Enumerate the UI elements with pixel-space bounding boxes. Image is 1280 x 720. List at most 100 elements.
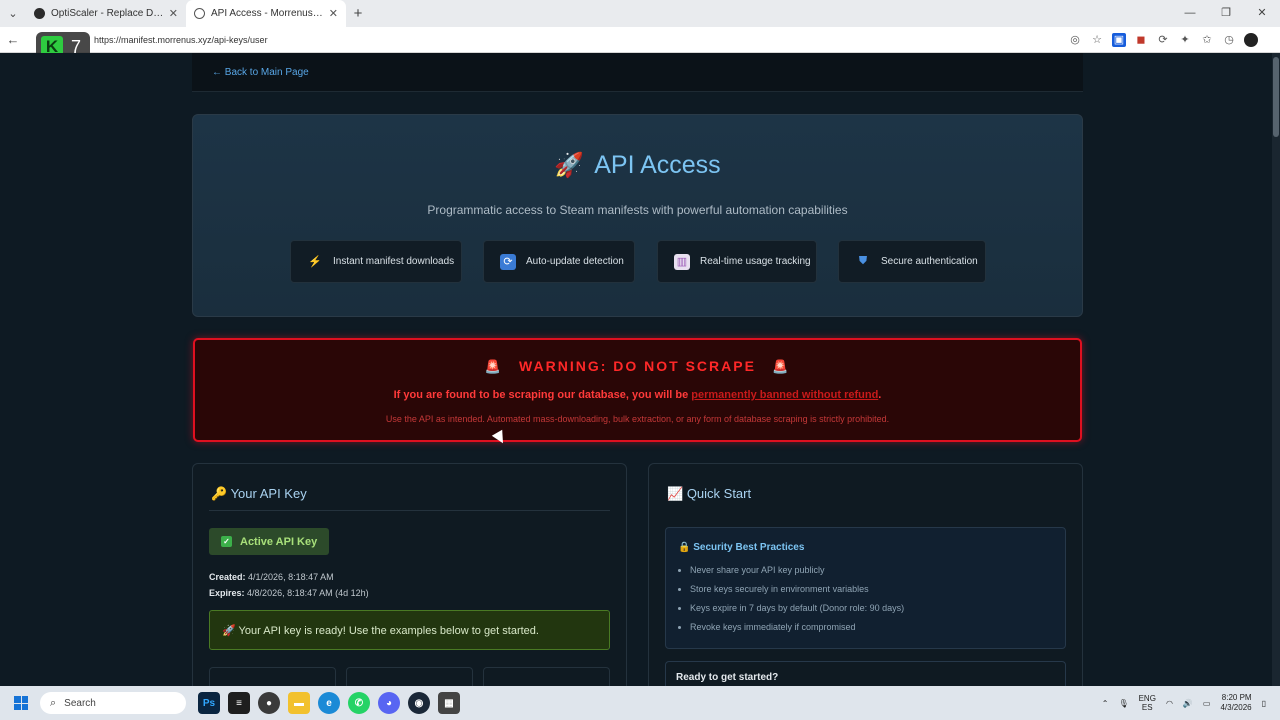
tab-api-access[interactable]: API Access - Morrenus Games Ma ✕ xyxy=(186,0,346,27)
hero-subtitle: Programmatic access to Steam manifests w… xyxy=(427,203,848,217)
app-icon[interactable]: ▦ xyxy=(438,692,460,714)
clock[interactable]: 8:20 PM 4/3/2026 xyxy=(1220,693,1251,713)
created-line: Created: 4/1/2026, 8:18:47 AM xyxy=(209,572,334,582)
page-viewport: ← Back to Main Page 🚀 API Access Programm… xyxy=(0,53,1280,686)
refresh-extension-icon[interactable]: ⟳ xyxy=(1156,33,1170,47)
tab-title: API Access - Morrenus Games Ma xyxy=(211,8,325,19)
ready-to-start-box: Ready to get started? xyxy=(665,661,1066,686)
key-icon: 🔑 xyxy=(211,486,228,501)
profile-avatar[interactable] xyxy=(1244,32,1258,47)
address-bar: ← https://manifest.morrenus.xyz/api-keys… xyxy=(0,27,1280,53)
example-tab[interactable] xyxy=(209,667,336,686)
security-list: Never share your API key publicly Store … xyxy=(690,564,904,640)
feature-label: Auto-update detection xyxy=(526,256,624,267)
chevron-up-icon[interactable]: ⌃ xyxy=(1102,699,1109,708)
extension-bitwarden-icon[interactable]: ▣ xyxy=(1112,32,1126,47)
rocket-icon: 🚀 xyxy=(554,152,585,179)
tab-optiscaler[interactable]: OptiScaler - Replace DLSS, FSR, X ✕ xyxy=(26,0,186,27)
minimize-icon[interactable]: — xyxy=(1172,0,1208,27)
scrollbar-thumb[interactable] xyxy=(1273,57,1279,137)
api-key-card: 🔑 Your API Key ✓ Active API Key Created: … xyxy=(192,463,627,686)
toolbar-icons: ◎ ☆ ▣ ◼ ⟳ ✦ ✩ ◷ xyxy=(1068,32,1258,47)
maximize-icon[interactable]: ❐ xyxy=(1208,0,1244,27)
windows-start-icon[interactable] xyxy=(14,696,28,710)
checkmark-icon: ✓ xyxy=(221,536,232,547)
tab-title: OptiScaler - Replace DLSS, FSR, X xyxy=(51,8,165,19)
close-window-icon[interactable]: ✕ xyxy=(1244,0,1280,27)
scrape-warning-banner: 🚨 WARNING: DO NOT SCRAPE 🚨 If you are foun… xyxy=(193,338,1082,442)
quick-start-card: 📈 Quick Start 🔒 Security Best Practices … xyxy=(648,463,1083,686)
page-scrollbar[interactable] xyxy=(1272,53,1280,686)
favorite-star-icon[interactable]: ☆ xyxy=(1090,33,1104,47)
feature-instant-downloads: ⚡ Instant manifest downloads xyxy=(290,240,462,283)
bar-chart-icon: ▥ xyxy=(674,253,690,270)
back-to-main-link[interactable]: ← Back to Main Page xyxy=(212,67,309,78)
search-icon: ⌕ xyxy=(50,696,57,709)
card-title: 🔑 Your API Key xyxy=(211,486,307,501)
extension-red-icon[interactable]: ◼ xyxy=(1134,33,1148,47)
siren-icon: 🚨 xyxy=(771,359,791,374)
taskbar: ⌕ Search Ps ≡ ● ▬ e ✆ ◕ ◉ ▦ ⌃ 🎙 ENG ES ◠ 🔊… xyxy=(0,686,1280,720)
system-tray: ⌃ 🎙 ENG ES ◠ 🔊 ▭ 8:20 PM 4/3/2026 ▯ xyxy=(1102,686,1280,720)
globe-favicon-icon xyxy=(194,8,205,19)
window-controls: — ❐ ✕ xyxy=(1172,0,1280,27)
feature-auto-update: ⟳ Auto-update detection xyxy=(483,240,635,283)
back-arrow-icon[interactable]: ← xyxy=(0,32,26,47)
hero-section: 🚀 API Access Programmatic access to Steam… xyxy=(192,114,1083,317)
steam-icon[interactable]: ◉ xyxy=(408,692,430,714)
warning-message: If you are found to be scraping our data… xyxy=(393,389,882,401)
file-explorer-icon[interactable]: ▬ xyxy=(288,692,310,714)
siren-icon: 🚨 xyxy=(484,359,504,374)
list-item: Never share your API key publicly xyxy=(690,564,904,583)
card-title: 📈 Quick Start xyxy=(667,486,752,501)
divider xyxy=(209,510,610,511)
status-badge: ✓ Active API Key xyxy=(209,528,330,555)
security-title: 🔒 Security Best Practices xyxy=(678,542,805,553)
new-tab-button[interactable]: + xyxy=(346,5,370,22)
language-indicator[interactable]: ENG ES xyxy=(1139,694,1156,712)
lightning-icon: ⚡ xyxy=(308,256,322,268)
photoshop-icon[interactable]: Ps xyxy=(198,692,220,714)
reader-mode-icon[interactable]: ◎ xyxy=(1068,33,1082,47)
battery-icon[interactable]: ▭ xyxy=(1203,699,1211,708)
volume-icon[interactable]: 🔊 xyxy=(1183,699,1193,708)
ban-text: permanently banned without refund xyxy=(691,389,879,401)
feature-label: Secure authentication xyxy=(881,256,978,267)
close-tab-icon[interactable]: ✕ xyxy=(169,7,178,20)
shield-icon: ⛊ xyxy=(858,255,868,267)
history-icon[interactable]: ◷ xyxy=(1222,33,1236,47)
feature-usage-tracking: ▥ Real-time usage tracking xyxy=(657,240,817,283)
lock-icon: 🔒 xyxy=(678,542,691,553)
url-field[interactable]: https://manifest.morrenus.xyz/api-keys/u… xyxy=(94,35,1068,45)
app-icon[interactable]: ≡ xyxy=(228,692,250,714)
example-tab[interactable] xyxy=(346,667,473,686)
example-tab[interactable] xyxy=(483,667,610,686)
browser-tab-strip: ⌄ OptiScaler - Replace DLSS, FSR, X ✕ AP… xyxy=(0,0,1280,27)
list-item: Keys expire in 7 days by default (Donor … xyxy=(690,602,904,621)
edge-icon[interactable]: e xyxy=(318,692,340,714)
notification-icon[interactable]: ▯ xyxy=(1262,699,1266,708)
ready-message: 🚀 Your API key is ready! Use the example… xyxy=(209,610,610,650)
discord-icon[interactable]: ◕ xyxy=(378,692,400,714)
close-tab-icon[interactable]: ✕ xyxy=(329,7,338,20)
warning-title: 🚨 WARNING: DO NOT SCRAPE 🚨 xyxy=(484,358,791,374)
taskbar-search[interactable]: ⌕ Search xyxy=(40,692,186,714)
wifi-icon[interactable]: ◠ xyxy=(1166,699,1173,708)
extensions-puzzle-icon[interactable]: ✦ xyxy=(1178,33,1192,47)
feature-label: Instant manifest downloads xyxy=(333,256,455,267)
feature-label: Real-time usage tracking xyxy=(700,256,811,267)
page-title: 🚀 API Access xyxy=(554,151,721,179)
warning-fine-print: Use the API as intended. Automated mass-… xyxy=(385,414,890,424)
expires-line: Expires: 4/8/2026, 8:18:47 AM (4d 12h) xyxy=(209,588,369,598)
favorites-icon[interactable]: ✩ xyxy=(1200,33,1214,47)
top-nav: ← Back to Main Page xyxy=(192,53,1083,92)
chart-icon: 📈 xyxy=(667,486,684,501)
optiscaler-favicon-icon xyxy=(34,8,45,19)
security-practices-box: 🔒 Security Best Practices Never share yo… xyxy=(665,527,1066,649)
chrome-icon[interactable]: ● xyxy=(258,692,280,714)
feature-secure-auth: ⛊ Secure authentication xyxy=(838,240,986,283)
whatsapp-icon[interactable]: ✆ xyxy=(348,692,370,714)
microphone-icon[interactable]: 🎙 xyxy=(1118,699,1128,708)
refresh-icon: ⟳ xyxy=(500,253,516,270)
tab-list-chevron-icon[interactable]: ⌄ xyxy=(0,0,26,27)
